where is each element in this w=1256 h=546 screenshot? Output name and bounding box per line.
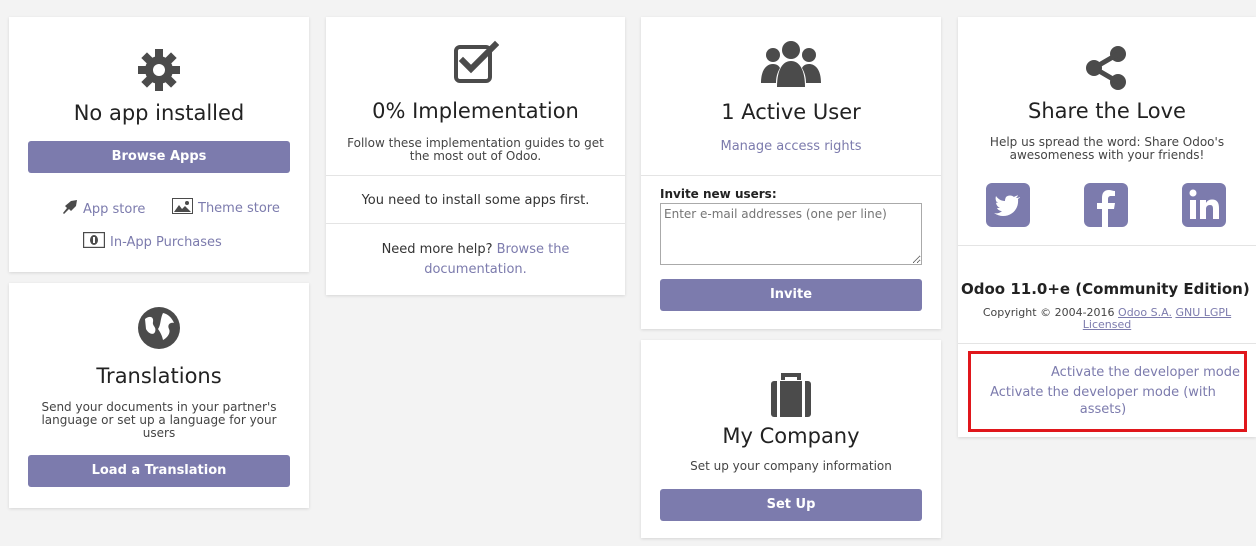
divider	[958, 343, 1256, 344]
divider	[958, 245, 1256, 246]
globe-icon	[9, 305, 309, 351]
active-users-title: 1 Active User	[721, 100, 861, 124]
implementation-card: 0% Implementation Follow these implement…	[326, 17, 625, 295]
divider	[326, 223, 625, 224]
facebook-icon[interactable]	[1084, 183, 1128, 231]
theme-store-label: Theme store	[198, 200, 280, 216]
help-prefix: Need more help?	[381, 242, 493, 257]
theme-store-link[interactable]: Theme store	[172, 198, 280, 218]
inapp-purchases-label: In-App Purchases	[110, 234, 222, 250]
version-text: Odoo 11.0+e (Community Edition)	[961, 280, 1250, 298]
share-icon	[958, 45, 1256, 91]
divider	[641, 175, 941, 176]
invite-button[interactable]: Invite	[660, 279, 922, 311]
app-store-label: App store	[83, 201, 146, 217]
implementation-title: 0% Implementation	[372, 99, 579, 123]
users-icon	[641, 39, 941, 87]
company-title: My Company	[722, 424, 860, 448]
share-description: Help us spread the word: Share Odoo's aw…	[989, 135, 1225, 162]
invite-label: Invite new users:	[660, 187, 777, 201]
load-translation-button[interactable]: Load a Translation	[28, 455, 290, 487]
manage-access-link[interactable]: Manage access rights	[641, 139, 941, 154]
users-card: 1 Active User Manage access rights Invit…	[641, 17, 941, 329]
share-title: Share the Love	[1028, 99, 1186, 123]
implementation-description: Follow these implementation guides to ge…	[347, 136, 604, 163]
app-store-link[interactable]: App store	[61, 199, 145, 219]
invite-email-textarea[interactable]	[660, 203, 922, 265]
translations-description: Send your documents in your partner's la…	[41, 400, 277, 440]
money-icon	[82, 231, 106, 252]
translations-card: Translations Send your documents in your…	[9, 283, 309, 508]
highlight-box	[968, 351, 1247, 432]
rocket-icon	[61, 199, 79, 219]
twitter-icon[interactable]	[986, 183, 1030, 231]
need-apps-text: You need to install some apps first.	[361, 193, 590, 208]
linkedin-icon[interactable]	[1182, 183, 1226, 231]
browse-apps-button[interactable]: Browse Apps	[28, 141, 290, 173]
apps-card: No app installed Browse Apps App store T…	[9, 17, 309, 272]
image-icon	[172, 198, 193, 218]
company-description: Set up your company information	[690, 459, 892, 473]
copyright-text: Copyright © 2004-2016 Odoo S.A. GNU LGPL…	[963, 307, 1251, 331]
gear-icon	[9, 47, 309, 93]
checkbox-icon	[326, 39, 625, 85]
company-card: My Company Set up your company informati…	[641, 340, 941, 538]
divider	[326, 175, 625, 176]
help-text: Need more help? Browse the documentation…	[366, 240, 585, 280]
inapp-purchases-link[interactable]: In-App Purchases	[82, 231, 222, 252]
apps-title: No app installed	[73, 101, 245, 125]
briefcase-icon	[641, 372, 941, 418]
translations-title: Translations	[96, 364, 222, 388]
setup-company-button[interactable]: Set Up	[660, 489, 922, 521]
